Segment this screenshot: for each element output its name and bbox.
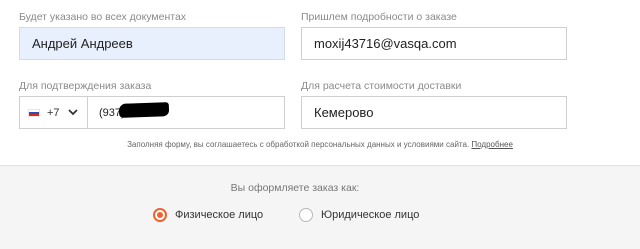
name-field[interactable]: Андрей Андреев xyxy=(19,27,285,60)
email-field-label: Пришлем подробности о заказе xyxy=(301,11,457,23)
country-code-label: +7 xyxy=(47,106,60,119)
russia-flag-icon xyxy=(28,108,40,117)
consent-text: Заполняя форму, вы соглашаетесь с обрабо… xyxy=(127,140,470,149)
radio-legal-entity[interactable]: Юридическое лицо xyxy=(299,207,419,223)
city-field[interactable]: Кемерово xyxy=(301,96,567,129)
phone-field-label: Для подтверждения заказа xyxy=(19,80,152,92)
country-code-select[interactable]: +7 xyxy=(20,97,88,128)
radio-legal-entity-label: Юридическое лицо xyxy=(321,209,420,221)
redaction-mark xyxy=(118,102,170,118)
city-field-label: Для расчета стоимости доставки xyxy=(301,80,462,92)
phone-input[interactable]: (937) xyxy=(88,97,284,128)
radio-checked-icon xyxy=(153,208,167,222)
name-field-label: Будет указано во всех документах xyxy=(19,11,187,23)
radio-individual-label: Физическое лицо xyxy=(175,209,264,221)
order-contact-form: Будет указано во всех документах Андрей … xyxy=(0,0,640,166)
email-field[interactable]: moxij43716@vasqa.com xyxy=(301,27,567,60)
phone-field-group: +7 (937) xyxy=(19,96,285,129)
consent-more-link[interactable]: Подробнее xyxy=(471,140,513,149)
chevron-down-icon xyxy=(67,108,79,118)
consent-notice: Заполняя форму, вы соглашаетесь с обрабо… xyxy=(0,140,640,149)
radio-unchecked-icon xyxy=(299,208,313,222)
order-type-question: Вы оформляете заказ как: xyxy=(230,182,360,194)
radio-individual[interactable]: Физическое лицо xyxy=(153,207,263,223)
